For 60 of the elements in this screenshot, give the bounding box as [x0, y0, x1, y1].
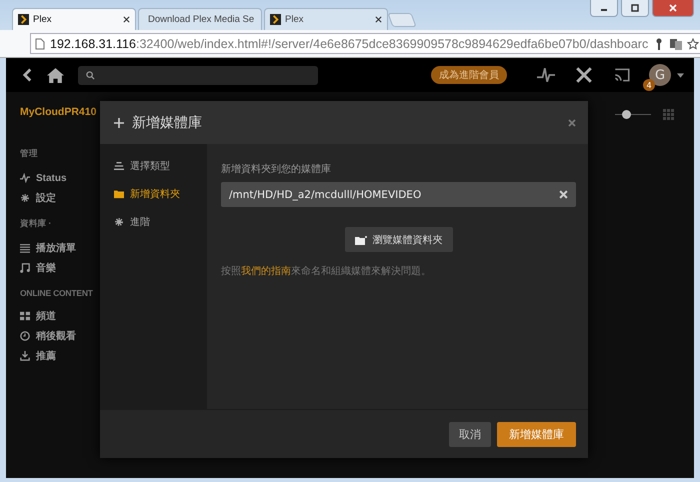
url-text: 192.168.31.116:32400/web/index.html#!/server/4e6e8675dce8369909578c9894629edfa6be07b0/dashboarc — [50, 36, 648, 50]
close-icon[interactable] — [123, 16, 130, 23]
section-heading: 資料庫 · — [20, 218, 52, 230]
gear-icon — [20, 193, 30, 203]
plus-icon — [114, 118, 124, 128]
back-chevron-icon[interactable] — [22, 67, 33, 83]
search-icon — [86, 70, 95, 80]
sidebar-item[interactable]: 音樂 — [20, 258, 114, 278]
gear-icon — [114, 217, 124, 227]
tab-title: Plex — [33, 14, 52, 25]
notification-badge: 4 — [643, 79, 655, 91]
help-text: 按照我們的指南來命名和組織媒體來解決問題。 — [221, 264, 432, 278]
browser-tab[interactable]: Plex — [264, 8, 388, 30]
browser-tab[interactable]: Download Plex Media Se — [138, 8, 262, 30]
cast-icon[interactable] — [613, 66, 631, 84]
sidebar-item[interactable]: 播放清單 — [20, 238, 114, 258]
browser-tab[interactable]: Plex — [12, 8, 136, 30]
upgrade-button[interactable]: 成為進階會員 — [431, 66, 507, 84]
avatar[interactable]: G — [649, 64, 671, 86]
guide-link[interactable]: 我們的指南 — [241, 266, 291, 277]
field-label: 新增資料夾到您的媒體庫 — [221, 162, 332, 176]
sidebar-item[interactable]: 推薦 — [20, 346, 114, 366]
folder-icon — [354, 234, 366, 244]
folder-icon — [114, 189, 124, 199]
activity-icon[interactable] — [537, 66, 555, 84]
clear-icon[interactable] — [559, 190, 568, 199]
pulse-icon — [20, 173, 30, 183]
translate-icon[interactable] — [670, 38, 682, 50]
close-icon[interactable] — [375, 16, 382, 23]
download-icon — [20, 351, 30, 361]
cancel-button[interactable]: 取消 — [449, 422, 491, 446]
plex-logo-icon — [270, 14, 281, 25]
tab-title: Download Plex Media Se — [148, 14, 254, 25]
slider-thumb[interactable] — [622, 110, 631, 118]
close-icon — [668, 4, 678, 12]
plex-logo-icon — [18, 14, 29, 25]
home-icon[interactable] — [47, 66, 64, 84]
search-field[interactable] — [78, 66, 318, 84]
step-item[interactable]: 進階 — [100, 208, 207, 236]
music-note-icon — [20, 263, 30, 273]
folder-path-field[interactable]: /mnt/HD/HD_a2/mcdulll/HOMEVIDEO — [221, 182, 576, 207]
sidebar-item[interactable]: 稍後觀看 — [20, 326, 114, 346]
clock-icon — [20, 331, 30, 341]
section-heading: ONLINE CONTENT — [20, 288, 94, 298]
minimize-button[interactable] — [590, 0, 618, 17]
browse-folder-button[interactable]: 瀏覽媒體資料夾 — [344, 227, 452, 252]
maximize-button[interactable] — [621, 0, 649, 17]
maximize-icon — [630, 4, 640, 12]
grid-icon — [20, 311, 30, 321]
caret-icon[interactable] — [677, 72, 684, 78]
close-button[interactable] — [652, 0, 694, 17]
sidebar-item[interactable]: 頻道 — [20, 306, 114, 326]
tab-title: Plex — [285, 14, 304, 25]
star-icon[interactable] — [687, 38, 700, 50]
stack-icon — [114, 161, 124, 171]
section-heading: 管理 — [20, 148, 39, 160]
dialog-title: 新增媒體庫 — [132, 114, 203, 132]
address-bar[interactable]: 192.168.31.116:32400/web/index.html#!/server/4e6e8675dce8369909578c9894629edfa6be07b0/dashboarc — [30, 33, 700, 54]
page-icon — [35, 38, 45, 50]
list-icon — [20, 243, 30, 253]
